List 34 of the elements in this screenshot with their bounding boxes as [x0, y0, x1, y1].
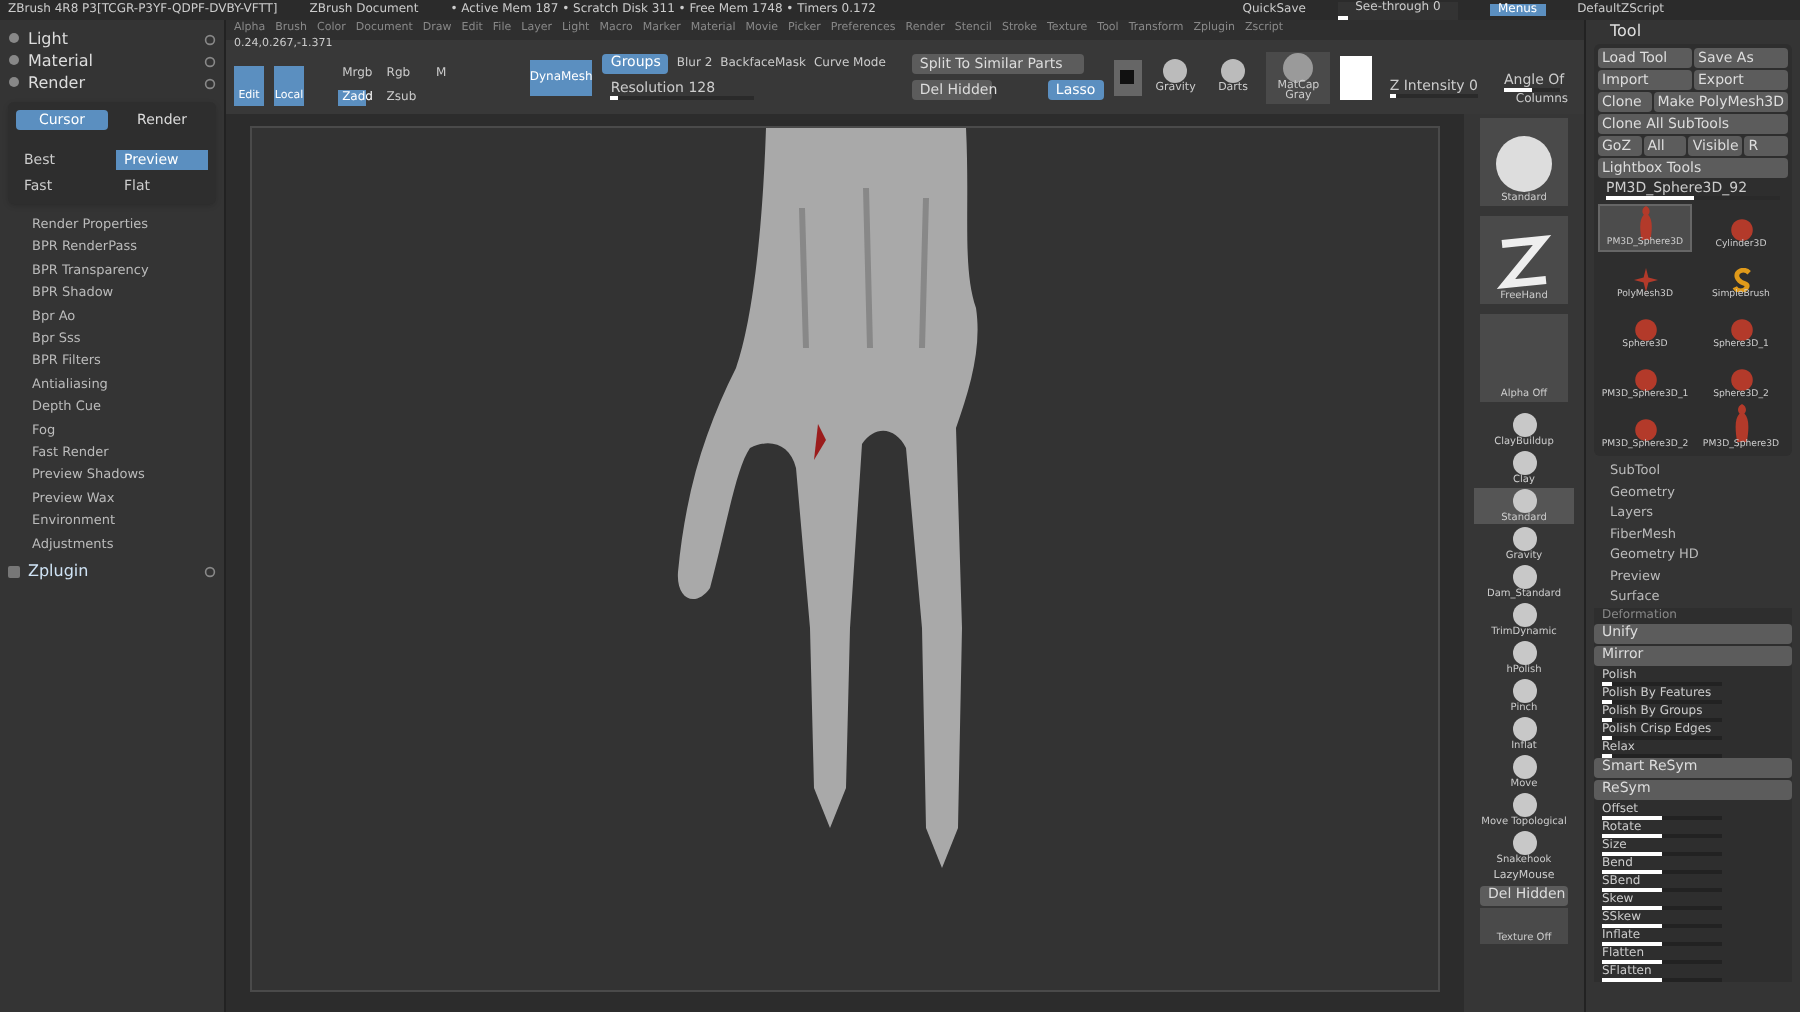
sphere-icon [1511, 488, 1537, 514]
sphere-icon [1162, 58, 1189, 85]
sphere-icon [1511, 678, 1537, 704]
sphere-icon [1511, 602, 1537, 628]
sphere-icon [1220, 58, 1247, 85]
sphere-icon [1494, 134, 1554, 194]
palette-header[interactable]: Material [28, 53, 93, 69]
stroke-icon [1494, 232, 1554, 292]
sphere-icon [1633, 368, 1657, 393]
sphere-icon [1729, 318, 1753, 343]
plugin-icon [8, 566, 20, 579]
star-icon [1633, 268, 1657, 293]
sphere-icon [1633, 418, 1657, 443]
sphere-icon [1729, 218, 1753, 243]
color-swatch[interactable] [1340, 55, 1372, 99]
sphere-icon [1511, 830, 1537, 856]
palette-header[interactable]: Zplugin [28, 564, 89, 581]
palette-header[interactable]: Light [28, 31, 68, 47]
sphere-icon [1633, 318, 1657, 343]
stop-button[interactable] [1113, 59, 1142, 95]
sphere-icon [1511, 640, 1537, 666]
refresh-icon[interactable] [204, 566, 216, 579]
panel-title: Tool [1610, 24, 1642, 40]
sphere-icon [1511, 564, 1537, 590]
sphere-icon [1511, 450, 1537, 476]
sphere-icon [1511, 754, 1537, 780]
sphere-icon [1511, 716, 1537, 742]
s-shape-icon [1729, 268, 1753, 293]
sphere-icon [1729, 368, 1753, 393]
sphere-icon [1511, 412, 1537, 438]
sphere-icon [1511, 792, 1537, 818]
sphere-icon [1511, 526, 1537, 552]
palette-header[interactable]: Render [28, 75, 85, 91]
square-icon [1120, 70, 1135, 84]
